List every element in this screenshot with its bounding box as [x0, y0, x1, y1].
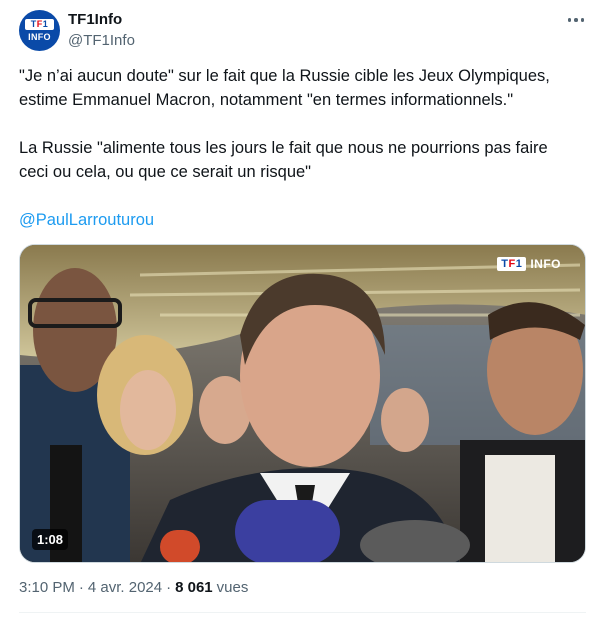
views-label: vues	[216, 579, 249, 596]
tweet-card[interactable]: TF1 INFO TF1Info @TF1Info "Je n’ai aucun…	[0, 0, 605, 623]
video-thumbnail	[20, 245, 585, 562]
tweet-paragraph-1: "Je n’ai aucun doute" sur le fait que la…	[19, 67, 550, 109]
avatar-logo-info: INFO	[28, 32, 51, 42]
divider	[19, 612, 586, 613]
mention-link[interactable]: @PaulLarrouturou	[19, 211, 154, 229]
display-name[interactable]: TF1Info	[68, 11, 122, 28]
tweet-meta: 3:10 PM · 4 avr. 2024 · 8 061 vues	[19, 579, 248, 596]
watermark-info: INFO	[530, 257, 561, 271]
video-player[interactable]: TF1 INFO 1:08	[19, 244, 586, 563]
meta-separator: ·	[78, 579, 84, 596]
avatar[interactable]: TF1 INFO	[19, 10, 60, 51]
user-handle[interactable]: @TF1Info	[68, 32, 135, 49]
tweet-date[interactable]: 4 avr. 2024	[88, 579, 162, 596]
tf1-info-watermark: TF1 INFO	[497, 257, 561, 271]
video-duration-badge: 1:08	[32, 529, 69, 550]
avatar-logo-tf1: TF1	[25, 19, 54, 30]
watermark-tf1: TF1	[497, 257, 527, 271]
meta-separator: ·	[166, 579, 172, 596]
tweet-paragraph-2: La Russie "alimente tous les jours le fa…	[19, 139, 548, 181]
tweet-time[interactable]: 3:10 PM	[19, 579, 75, 596]
ellipsis-icon[interactable]	[566, 12, 586, 28]
views-count: 8 061	[175, 579, 213, 596]
tweet-text: "Je n’ai aucun doute" sur le fait que la…	[19, 64, 589, 232]
